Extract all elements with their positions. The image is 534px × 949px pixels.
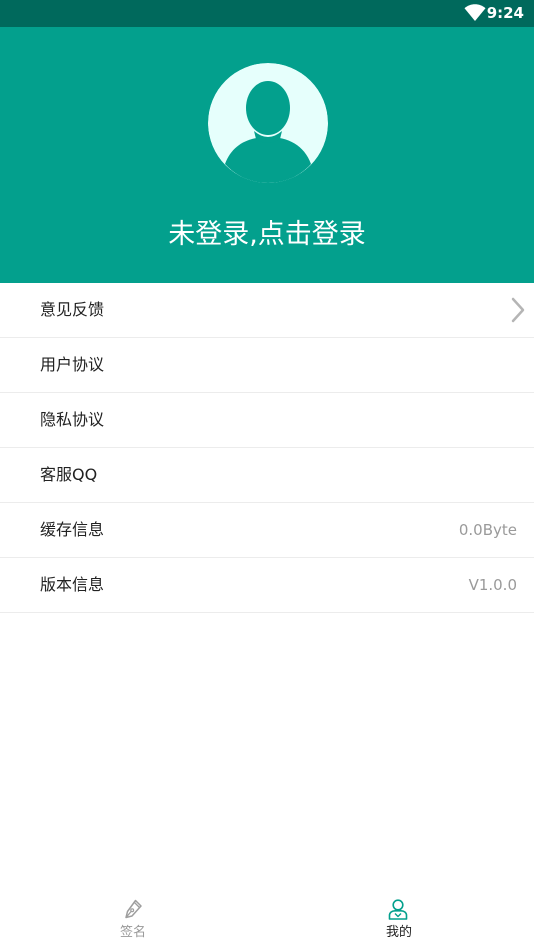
menu-item-label: 缓存信息 xyxy=(40,520,105,539)
wifi-icon xyxy=(464,4,486,22)
menu-item-label: 隐私协议 xyxy=(40,410,105,429)
bottom-navigation: 签名 我的 xyxy=(0,889,534,949)
status-time: 9:24 xyxy=(486,4,524,22)
nav-tab-mine[interactable]: 我的 xyxy=(267,889,534,949)
menu-item-label: 客服QQ xyxy=(40,465,98,484)
menu-item-user-agreement[interactable]: 用户协议 xyxy=(0,338,534,393)
pen-icon xyxy=(125,899,142,919)
nav-label-mine: 我的 xyxy=(386,925,413,940)
menu-item-label: 用户协议 xyxy=(40,355,105,374)
chevron-right-icon xyxy=(511,297,525,323)
menu-item-version-info[interactable]: 版本信息 V1.0.0 xyxy=(0,558,534,613)
status-bar: 9:24 xyxy=(0,0,534,27)
settings-menu: 意见反馈 用户协议 隐私协议 客服QQ 缓存信息 0.0Byte 版本信息 V1… xyxy=(0,283,534,613)
menu-item-label: 版本信息 xyxy=(40,575,105,594)
nav-tab-sign[interactable]: 签名 xyxy=(0,889,267,949)
menu-item-label: 意见反馈 xyxy=(40,300,105,319)
profile-header: 未登录,点击登录 xyxy=(0,27,534,283)
menu-item-cache-info[interactable]: 缓存信息 0.0Byte xyxy=(0,503,534,558)
cache-size-value: 0.0Byte xyxy=(458,521,517,539)
user-icon xyxy=(388,899,408,920)
menu-item-customer-qq[interactable]: 客服QQ xyxy=(0,448,534,503)
menu-item-feedback[interactable]: 意见反馈 xyxy=(0,283,534,338)
version-value: V1.0.0 xyxy=(468,576,517,594)
nav-label-sign: 签名 xyxy=(120,925,147,940)
login-prompt[interactable]: 未登录,点击登录 xyxy=(0,215,534,255)
menu-item-privacy-policy[interactable]: 隐私协议 xyxy=(0,393,534,448)
user-avatar-icon[interactable] xyxy=(208,63,328,183)
